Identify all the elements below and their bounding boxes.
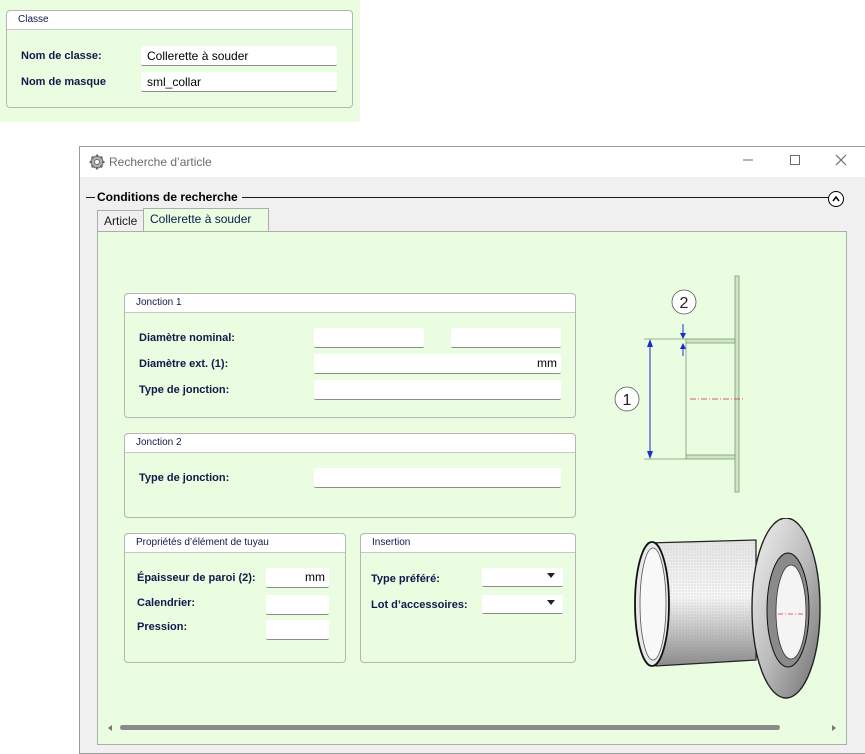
type-jonction2-field[interactable] bbox=[314, 468, 561, 488]
calendrier-label: Calendrier: bbox=[137, 597, 196, 609]
type-prefere-label: Type préféré: bbox=[371, 573, 440, 585]
tab-collerette[interactable]: Collerette à souder bbox=[143, 208, 269, 232]
insertion-groupbox: Insertion Type préféré: Lot d’accessoire… bbox=[360, 533, 576, 663]
epaisseur-unit: mm bbox=[305, 570, 325, 584]
class-name-value: Collerette à souder bbox=[147, 49, 249, 63]
lot-accessoires-label: Lot d’accessoires: bbox=[371, 599, 468, 611]
diam-ext-unit: mm bbox=[537, 356, 557, 370]
class-name-label: Nom de classe: bbox=[21, 50, 102, 62]
maximize-button[interactable] bbox=[783, 153, 807, 171]
diam-ext-field[interactable]: mm bbox=[314, 354, 561, 374]
diagram-label-2: 2 bbox=[680, 295, 689, 312]
class-panel-area: Classe Nom de classe: Collerette à soude… bbox=[0, 0, 360, 122]
jonction2-groupbox: Jonction 2 Type de jonction: bbox=[124, 433, 576, 518]
section-title: Conditions de recherche bbox=[95, 190, 242, 204]
pression-label: Pression: bbox=[137, 621, 188, 633]
article-search-window: Recherche d’article Conditions de recher… bbox=[79, 146, 865, 754]
collar-3d-render bbox=[634, 518, 821, 699]
type-jonction1-label: Type de jonction: bbox=[139, 384, 230, 396]
collar-technical-drawing: 1 2 bbox=[614, 275, 743, 493]
insertion-title: Insertion bbox=[361, 534, 575, 553]
jonction1-groupbox: Jonction 1 Diamètre nominal: Diamètre ex… bbox=[124, 293, 576, 418]
horizontal-scrollbar[interactable] bbox=[106, 722, 840, 734]
mask-name-value: sml_collar bbox=[147, 75, 202, 89]
props-title: Propriétés d’élément de tuyau bbox=[125, 534, 345, 553]
chevron-down-icon bbox=[547, 600, 555, 605]
type-jonction1-field[interactable] bbox=[314, 380, 561, 400]
diam-nominal-field-2[interactable] bbox=[451, 328, 561, 348]
props-groupbox: Propriétés d’élément de tuyau Épaisseur … bbox=[124, 533, 346, 663]
window-title: Recherche d’article bbox=[109, 155, 212, 169]
epaisseur-field[interactable]: mm bbox=[266, 568, 329, 588]
type-jonction2-label: Type de jonction: bbox=[139, 472, 230, 484]
chevron-up-icon bbox=[832, 195, 840, 202]
type-prefere-select[interactable] bbox=[482, 568, 563, 587]
minimize-button[interactable] bbox=[736, 153, 760, 171]
close-icon bbox=[835, 154, 847, 166]
close-button[interactable] bbox=[829, 153, 853, 171]
tab-content: Jonction 1 Diamètre nominal: Diamètre ex… bbox=[97, 231, 847, 745]
tab-article[interactable]: Article bbox=[97, 210, 145, 231]
mask-name-label: Nom de masque bbox=[21, 76, 106, 88]
calendrier-field[interactable] bbox=[266, 595, 329, 615]
scroll-right-icon[interactable] bbox=[830, 724, 838, 732]
lot-accessoires-select[interactable] bbox=[482, 595, 563, 614]
minimize-icon bbox=[743, 159, 753, 161]
jonction1-title: Jonction 1 bbox=[125, 294, 575, 313]
pression-field[interactable] bbox=[266, 620, 329, 640]
diam-nominal-label: Diamètre nominal: bbox=[139, 332, 235, 344]
chevron-down-icon bbox=[547, 573, 555, 578]
class-groupbox: Classe Nom de classe: Collerette à soude… bbox=[6, 10, 353, 108]
diagram-label-1: 1 bbox=[623, 392, 632, 409]
maximize-icon bbox=[790, 155, 800, 165]
class-groupbox-title: Classe bbox=[7, 11, 352, 30]
class-name-field[interactable]: Collerette à souder bbox=[141, 46, 337, 66]
scroll-left-icon[interactable] bbox=[106, 724, 114, 732]
epaisseur-label: Épaisseur de paroi (2): bbox=[137, 572, 256, 584]
collapse-button[interactable] bbox=[828, 191, 844, 207]
title-bar[interactable]: Recherche d’article bbox=[80, 147, 865, 177]
scroll-thumb[interactable] bbox=[120, 725, 780, 730]
diam-nominal-field-1[interactable] bbox=[314, 328, 424, 348]
jonction2-title: Jonction 2 bbox=[125, 434, 575, 453]
diam-ext-label: Diamètre ext. (1): bbox=[139, 358, 229, 370]
mask-name-field[interactable]: sml_collar bbox=[141, 72, 337, 92]
app-gear-icon bbox=[89, 154, 105, 170]
